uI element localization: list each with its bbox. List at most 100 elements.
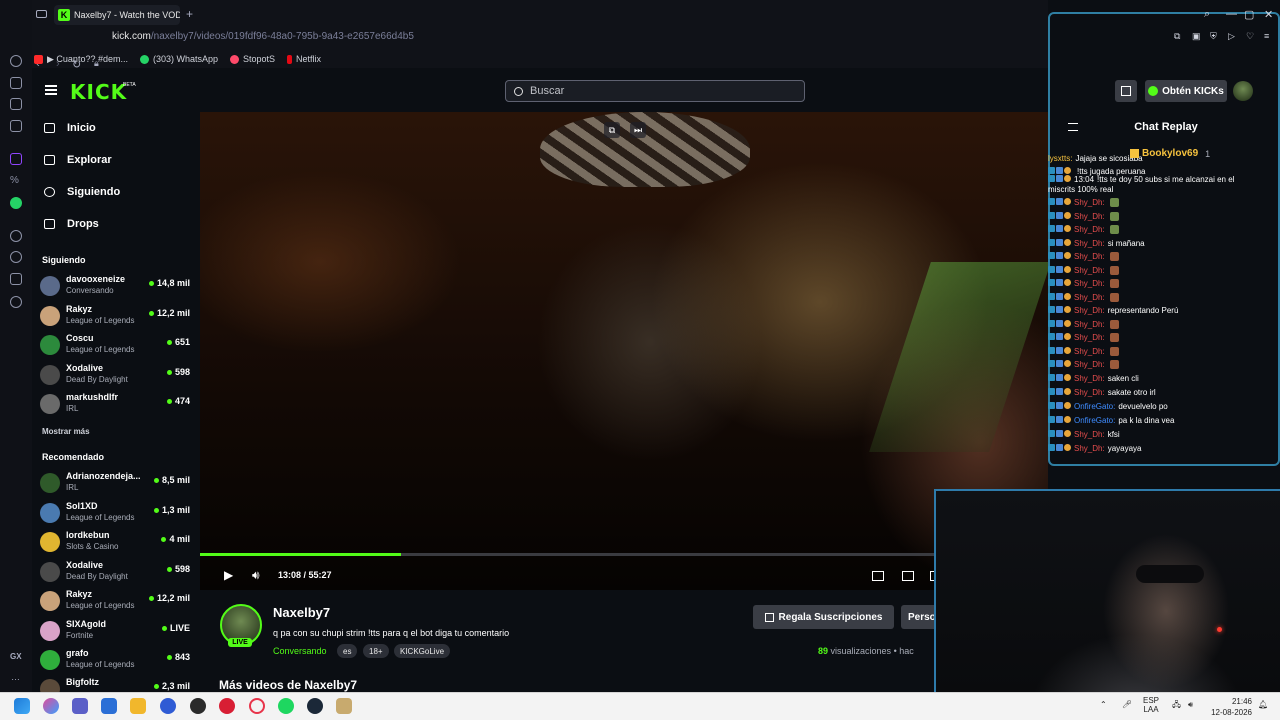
play-icon[interactable]: ▶︎ — [224, 568, 233, 582]
popout-icon[interactable]: ⧉ — [604, 122, 620, 138]
extension-icon[interactable]: ⧉ — [1174, 31, 1180, 42]
minimize-icon[interactable]: — — [1226, 8, 1237, 20]
get-kicks-button[interactable]: Obtén KICKs — [1145, 80, 1227, 102]
user-avatar[interactable] — [1233, 81, 1253, 101]
menu-icon[interactable]: ≡ — [1264, 31, 1269, 41]
channel-item[interactable]: Xodalive Dead By Daylight 598 — [40, 361, 190, 387]
copilot-icon[interactable] — [43, 698, 59, 714]
channel-item[interactable]: SIXAgold Fortnite LIVE — [40, 617, 190, 643]
chat-username[interactable]: Shy_Dh: — [1074, 444, 1105, 453]
chat-username[interactable]: Shy_Dh: — [1074, 320, 1105, 329]
channel-item[interactable]: Bigfoltz 2,3 mil — [40, 675, 190, 692]
search-tabs-icon[interactable]: ⌕ — [1204, 8, 1210, 21]
channel-item[interactable]: davooxeneize Conversando 14,8 mil — [40, 272, 190, 298]
steam-icon[interactable] — [307, 698, 323, 714]
volume-icon[interactable]: 🔊︎ — [252, 568, 260, 583]
history-icon[interactable] — [10, 251, 22, 263]
shield-icon[interactable]: ⛨ — [1210, 31, 1217, 42]
steam-app-icon[interactable] — [190, 698, 206, 714]
chat-username[interactable]: Shy_Dh: — [1074, 225, 1105, 234]
bookmark-netflix[interactable]: Netflix — [287, 54, 321, 64]
store-icon[interactable] — [101, 698, 117, 714]
chat-username[interactable]: Shy_Dh: — [1074, 198, 1105, 207]
volume-icon[interactable]: 🔊︎ — [1188, 700, 1193, 709]
tab-kick[interactable]: K Naxelby7 - Watch the VOD — [54, 5, 180, 25]
channel-item[interactable]: Sol1XD League of Legends 1,3 mil — [40, 499, 190, 525]
teams-icon[interactable] — [72, 698, 88, 714]
search-box[interactable] — [505, 80, 805, 102]
nav-inicio[interactable]: Inicio — [44, 122, 96, 134]
workspace-icon[interactable] — [36, 10, 47, 18]
send-icon[interactable]: ▷ — [1228, 31, 1235, 42]
channel-item[interactable]: Coscu League of Legends 651 — [40, 331, 190, 357]
windows-start-icon[interactable] — [14, 698, 30, 714]
tag-age[interactable]: 18+ — [363, 644, 389, 658]
channel-item[interactable]: markushdlfr IRL 474 — [40, 390, 190, 416]
new-tab-icon[interactable]: + — [186, 7, 193, 21]
channel-item[interactable]: Rakyz League of Legends 12,2 mil — [40, 587, 190, 613]
channel-item[interactable]: lordkebun Slots & Casino 4 mil — [40, 528, 190, 554]
chat-username[interactable]: Shy_Dh: — [1074, 430, 1105, 439]
player-icon[interactable] — [10, 230, 22, 242]
chat-username[interactable]: Shy_Dh: — [1074, 266, 1105, 275]
progress-bar[interactable] — [200, 553, 1048, 556]
url-text[interactable]: kick.com/naxelby7/videos/019fdf96-48a0-7… — [112, 31, 414, 42]
chat-username[interactable]: lysxtts: — [1048, 154, 1072, 163]
file-explorer-icon[interactable] — [130, 698, 146, 714]
tray-overflow-icon[interactable]: ⌃ — [1100, 700, 1107, 709]
chat-username[interactable]: Shy_Dh: — [1074, 333, 1105, 342]
bookmark-stopots[interactable]: StopotS — [230, 54, 275, 64]
stream-manager-button[interactable] — [1115, 80, 1137, 102]
extensions-icon[interactable] — [10, 273, 22, 285]
stream-category[interactable]: Conversando — [273, 646, 327, 656]
channel-item[interactable]: grafo League of Legends 843 — [40, 646, 190, 672]
clock[interactable]: 21:46 12-08-2026 — [1206, 696, 1252, 718]
percent-icon[interactable]: % — [10, 175, 22, 187]
nav-siguiendo[interactable]: Siguiendo — [44, 186, 120, 198]
close-icon[interactable]: ✕ — [1264, 8, 1273, 21]
theater-mode-icon[interactable] — [902, 571, 914, 581]
spotify-icon[interactable] — [278, 698, 294, 714]
chat-username[interactable]: Shy_Dh: — [1074, 212, 1105, 221]
menu-icon[interactable] — [45, 85, 57, 95]
twitch-icon[interactable] — [10, 153, 22, 165]
channel-item[interactable]: Adrianozendeja... IRL 8,5 mil — [40, 469, 190, 495]
speed-dial-icon[interactable] — [10, 55, 22, 67]
tag-kickgolive[interactable]: KICKGoLive — [394, 644, 451, 658]
gx-control-icon[interactable] — [10, 98, 22, 110]
messenger-icon[interactable] — [10, 120, 22, 132]
recorder-icon[interactable] — [219, 698, 235, 714]
settings-icon[interactable] — [10, 296, 22, 308]
tag-language[interactable]: es — [337, 644, 358, 658]
chat-username[interactable]: Shy_Dh: — [1074, 293, 1105, 302]
kick-logo[interactable]: KICK — [70, 80, 127, 104]
chat-username[interactable]: Shy_Dh: — [1074, 347, 1105, 356]
chat-username[interactable]: Shy_Dh: — [1074, 360, 1105, 369]
skip-icon[interactable]: ⏭︎ — [630, 122, 646, 138]
maximize-icon[interactable]: ▢ — [1244, 8, 1254, 21]
chat-username[interactable]: OnfireGato: — [1074, 416, 1115, 425]
snapshot-icon[interactable]: ▣ — [1192, 31, 1201, 42]
notifications-icon[interactable]: 🔔︎ — [1258, 700, 1268, 709]
chat-username[interactable]: Shy_Dh: — [1074, 374, 1105, 383]
heart-icon[interactable]: ♡ — [1246, 31, 1254, 42]
bookmark-youtube[interactable]: ▶ Cuanto?? #dem... — [34, 54, 128, 65]
chat-username[interactable]: Shy_Dh: — [1074, 279, 1105, 288]
chat-username[interactable]: Shy_Dh: — [1074, 239, 1105, 248]
nav-drops[interactable]: Drops — [44, 218, 99, 230]
microphone-icon[interactable]: 🎤︎ — [1122, 700, 1132, 709]
address-bar[interactable]: ‹ › ↻ 🔒︎ kick.com/naxelby7/videos/019fdf… — [0, 28, 1048, 71]
chat-username[interactable]: Shy_Dh: — [1074, 252, 1105, 261]
chat-username[interactable]: Shy_Dh: — [1074, 388, 1105, 397]
nav-explorar[interactable]: Explorar — [44, 154, 112, 166]
channel-name-title[interactable]: Naxelby7 — [273, 605, 330, 620]
aria-icon[interactable] — [10, 77, 22, 89]
network-icon[interactable]: 🖧︎ — [1172, 700, 1181, 709]
gift-subs-button[interactable]: Regala Suscripciones — [753, 605, 894, 629]
opera-gx-icon[interactable] — [249, 698, 265, 714]
show-more-link[interactable]: Mostrar más — [42, 427, 90, 436]
bookmark-whatsapp[interactable]: (303) WhatsApp — [139, 54, 218, 64]
channel-item[interactable]: Rakyz League of Legends 12,2 mil — [40, 302, 190, 328]
channel-item[interactable]: Xodalive Dead By Daylight 598 — [40, 558, 190, 584]
gx-label[interactable]: GX — [10, 652, 22, 661]
